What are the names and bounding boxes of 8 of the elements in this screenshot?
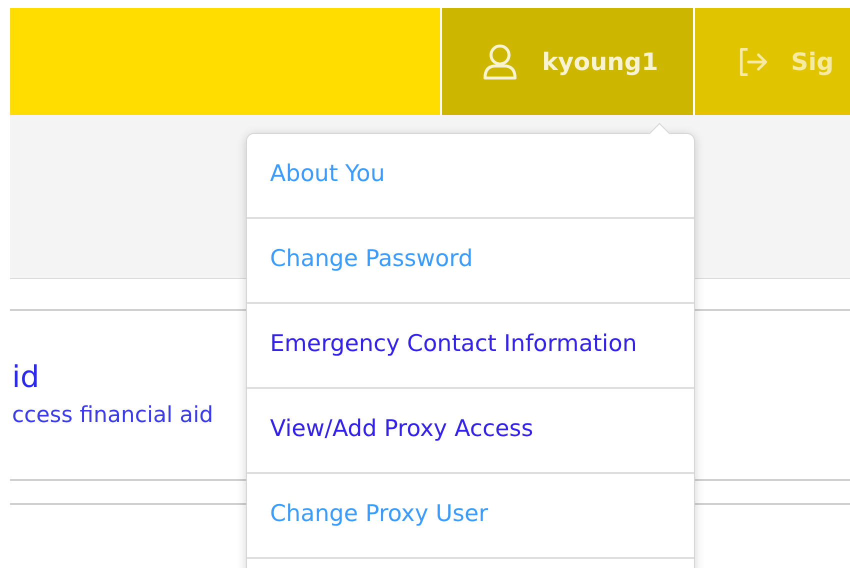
card-description: ccess financial aid bbox=[12, 402, 214, 430]
menu-item[interactable]: Emergency Contact Information bbox=[247, 304, 694, 389]
menu-item[interactable]: View/Add Proxy Access bbox=[247, 389, 694, 474]
user-menu-button[interactable]: kyoung1 bbox=[442, 8, 693, 115]
menu-item[interactable]: About You bbox=[247, 134, 694, 219]
menu-item[interactable]: Change Password bbox=[247, 219, 694, 304]
menu-item[interactable]: Change Proxy User bbox=[247, 474, 694, 559]
card-title-link[interactable]: id bbox=[12, 359, 40, 397]
